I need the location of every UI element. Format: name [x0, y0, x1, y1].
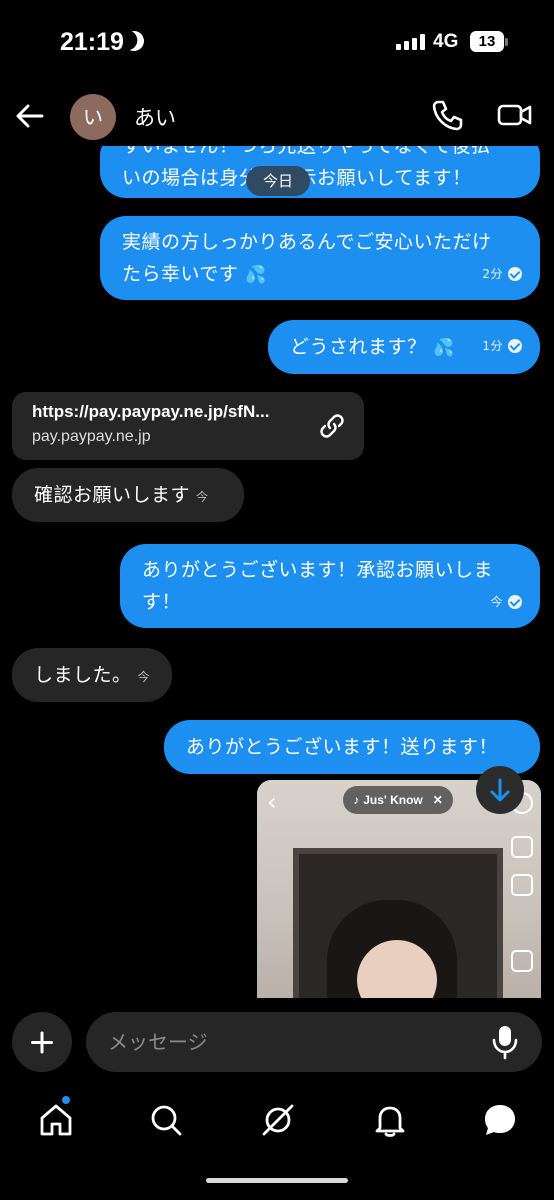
scroll-down-button[interactable]: [476, 766, 524, 814]
phone-icon[interactable]: [430, 98, 464, 132]
clip-icon[interactable]: [511, 874, 533, 896]
music-title: Jus' Know: [363, 793, 423, 807]
message-text: しました。: [34, 664, 132, 686]
message-time: 1分: [482, 339, 503, 353]
message-meta: 1分: [482, 330, 522, 362]
close-icon[interactable]: ✕: [433, 793, 443, 807]
message-time: 2分: [482, 267, 503, 281]
outgoing-message[interactable]: どうされます？ 💦 1分: [268, 320, 540, 374]
avatar[interactable]: い: [70, 94, 116, 140]
link-domain: pay.paypay.ne.jp: [32, 428, 151, 445]
back-arrow-icon[interactable]: [12, 98, 48, 134]
messages-icon[interactable]: [480, 1100, 520, 1140]
message-text: ありがとうございます！送ります！: [186, 736, 499, 758]
message-list[interactable]: すいません！つら先送りやってなくて後払 いの場合は身分証提示お願いしてます！ 今…: [0, 146, 554, 998]
battery-tip: [505, 38, 508, 46]
message-line: すいません！つら先送りやってなくて後払: [122, 146, 491, 157]
signal-icon: [396, 34, 425, 50]
status-time: 21:19: [60, 28, 124, 56]
link-url[interactable]: https://pay.paypay.ne.jp/sfN...: [32, 402, 269, 422]
sweat-drops-emoji: 💦: [433, 338, 455, 358]
read-check-icon: [508, 595, 522, 609]
microphone-icon[interactable]: [490, 1024, 520, 1060]
sweat-drops-emoji: 💦: [244, 265, 267, 285]
message-line: たら幸いです 💦: [122, 258, 518, 291]
message-line: いの場合は身分証提示お願いしてます！: [122, 162, 518, 194]
tab-bar: [0, 1090, 554, 1150]
date-chip: 今日: [246, 166, 310, 196]
message-line-text: たら幸いです: [122, 263, 239, 285]
bell-icon[interactable]: [370, 1100, 410, 1140]
video-call-icon[interactable]: [496, 98, 534, 132]
composer: [0, 1010, 554, 1074]
incoming-message[interactable]: しました。今: [12, 648, 172, 702]
message-meta: 2分: [482, 258, 522, 290]
music-chip[interactable]: ♪ Jus' Know ✕: [343, 786, 453, 814]
contact-name[interactable]: あい: [134, 102, 176, 132]
message-text: 確認お願いします: [34, 484, 191, 506]
read-check-icon: [508, 339, 522, 353]
message-time: 今: [137, 670, 151, 684]
message-line: 実績の方しっかりあるんでご安心いただけ: [122, 231, 492, 253]
message-meta: 今: [490, 586, 522, 618]
battery-icon: 13: [470, 31, 504, 52]
explore-icon[interactable]: [258, 1100, 298, 1140]
sticker-icon[interactable]: [511, 950, 533, 972]
add-attachment-button[interactable]: [12, 1012, 72, 1072]
video-back-icon[interactable]: ‹: [267, 788, 277, 816]
message-time: 今: [196, 490, 209, 504]
outgoing-message[interactable]: 実績の方しっかりあるんでご安心いただけ たら幸いです 💦 2分: [100, 216, 540, 300]
frame-icon[interactable]: [511, 836, 533, 858]
outgoing-message[interactable]: ありがとうございます！承認お願いしま す！ 今: [120, 544, 540, 628]
search-icon[interactable]: [146, 1100, 186, 1140]
outgoing-message[interactable]: すいません！つら先送りやってなくて後払 いの場合は身分証提示お願いしてます！: [100, 146, 540, 198]
message-text: どうされます？: [290, 336, 427, 358]
home-indicator: [206, 1178, 348, 1183]
moon-icon: [121, 28, 147, 54]
chat-header: い あい: [0, 86, 554, 146]
message-line: す！: [142, 591, 182, 613]
network-type: 4G: [433, 31, 459, 52]
arrow-down-icon: [490, 778, 510, 802]
link-preview[interactable]: https://pay.paypay.ne.jp/sfN... pay.payp…: [12, 392, 364, 460]
message-line: ありがとうございます！承認お願いしま: [142, 559, 494, 581]
link-icon[interactable]: [318, 412, 346, 440]
status-bar: 21:19 4G 13: [0, 0, 554, 86]
read-check-icon: [508, 267, 522, 281]
home-icon[interactable]: [36, 1100, 76, 1140]
message-input[interactable]: [86, 1012, 542, 1072]
incoming-message[interactable]: 確認お願いします今: [12, 468, 244, 522]
notification-dot: [62, 1096, 70, 1104]
music-note-icon: ♪: [353, 793, 360, 807]
message-time: 今: [490, 595, 503, 609]
